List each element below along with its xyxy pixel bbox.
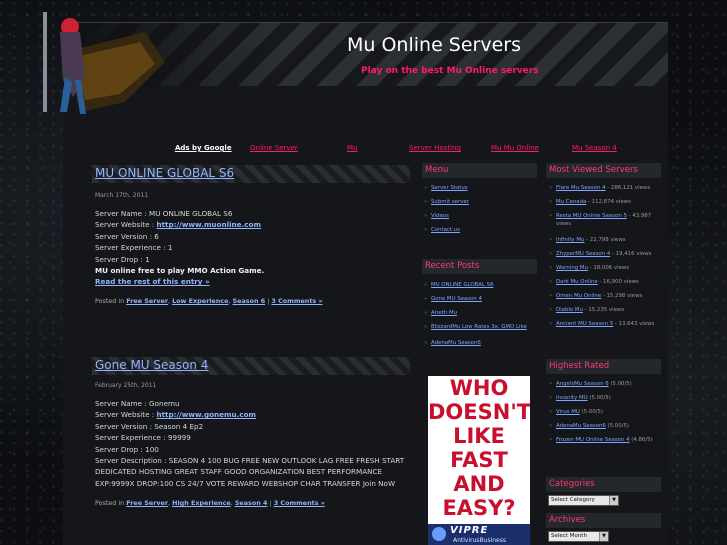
vipre-subtitle: AntivirusBusiness	[453, 537, 506, 544]
most-viewed-item: Warning Mu - 18,006 views	[549, 261, 661, 275]
ad-link-mu-mu-online[interactable]: Mu Mu Online	[491, 144, 539, 152]
menu-item: Contact us	[424, 223, 536, 237]
most-viewed-item: Resta MU Online Season 5 - 43,987 views	[549, 212, 661, 228]
categories-heading: Categories	[546, 477, 661, 492]
post-website-link[interactable]: http://www.muonline.com	[157, 220, 261, 229]
category-link[interactable]: Free Server	[126, 297, 168, 305]
most-viewed-item: Ancient MU Season 5 - 13,643 views	[549, 320, 661, 328]
most-viewed-item: ZhyperMU Season 4 - 19,416 views	[549, 247, 661, 261]
category-link[interactable]: High Experience	[172, 499, 231, 507]
recent-posts-list: MU ONLINE GLOBAL S6 Gone MU Season 4 Ari…	[424, 278, 536, 350]
menu-heading: Menu	[422, 163, 537, 178]
chevron-down-icon: ▼	[609, 496, 618, 505]
most-viewed-item: Dark Mu Online - 16,900 views	[549, 275, 661, 289]
post-line: Server Experience : 99999	[95, 433, 191, 443]
menu-item: Submit server	[424, 195, 536, 209]
post-line: Server Version : 6	[95, 231, 159, 241]
warrior-artwork	[43, 12, 165, 114]
most-viewed-item: Mu Canada - 112,874 views	[549, 195, 661, 209]
ad-link-online-server[interactable]: Online Server	[250, 144, 298, 152]
most-viewed-item: Omen Mu Online - 15,298 views	[549, 289, 661, 303]
post-body: Server Name : Gonemu Server Website : ht…	[95, 398, 415, 489]
comments-link[interactable]: 3 Comments »	[274, 499, 325, 507]
ad-headline: WHO DOESN'T LIKE FAST AND EASY?	[428, 376, 530, 520]
archives-dropdown[interactable]: Select Month ▼	[548, 531, 609, 542]
post-line: Server Drop : 100	[95, 444, 159, 454]
most-viewed-item: Infinity Mu - 22,798 views	[549, 233, 661, 247]
post-line: Server Drop : 1	[95, 254, 150, 264]
recent-post-item: AdenaMu Season6	[424, 336, 536, 350]
ads-by-google-link[interactable]: Ads by Google	[175, 144, 232, 152]
highest-rated-item: AngelsMu Season 6 (5.00/5)	[549, 377, 661, 391]
post-website-link[interactable]: http://www.gonemu.com	[157, 410, 257, 419]
post-line: Server Name : MU ONLINE GLOBAL S6	[95, 209, 233, 218]
post-meta: Posted in Free Server, Low Experience, S…	[95, 297, 323, 305]
site-tagline: Play on the best Mu Online servers	[361, 66, 539, 76]
recent-post-item: Gone MU Season 4	[424, 292, 536, 306]
post-title[interactable]: MU ONLINE GLOBAL S6	[95, 166, 234, 180]
most-viewed-list: Flare Mu Season 4 - 286,121 views Mu Can…	[549, 181, 661, 328]
post-line: Server Version : Season 4 Ep2	[95, 421, 204, 431]
category-link[interactable]: Season 4	[235, 499, 268, 507]
read-more-link[interactable]: Read the rest of this entry »	[95, 277, 210, 286]
ad-link-mu[interactable]: Mu	[347, 144, 357, 152]
post-summary: MU online free to play MMO Action Game.	[95, 266, 265, 276]
post-title[interactable]: Gone MU Season 4	[95, 358, 208, 372]
menu-item: Server Status	[424, 181, 536, 195]
highest-rated-list: AngelsMu Season 6 (5.00/5) Insanity MU (…	[549, 377, 661, 444]
most-viewed-item: Diablo Mu - 15,235 views	[549, 303, 661, 317]
post-date: March 17th, 2011	[95, 192, 149, 199]
highest-rated-item: Virus MU (5.00/5)	[549, 405, 661, 419]
recent-post-item: MU ONLINE GLOBAL S6	[424, 278, 536, 292]
ad-link-mu-season-4[interactable]: Mu Season 4	[572, 144, 617, 152]
category-link[interactable]: Season 6	[233, 297, 266, 305]
post-line: Server Website : http://www.gonemu.com	[95, 410, 257, 420]
vipre-logo-icon	[432, 527, 446, 541]
menu-item: Videos	[424, 209, 536, 223]
ad-link-bar: Ads by Google Online Server Mu Server Ho…	[63, 139, 668, 157]
ad-link-server-hosting[interactable]: Server Hosting	[409, 144, 461, 152]
post-meta: Posted in Free Server, High Experience, …	[95, 499, 325, 507]
post-body: Server Name : MU ONLINE GLOBAL S6 Server…	[95, 208, 415, 288]
recent-posts-heading: Recent Posts	[422, 259, 537, 274]
comments-link[interactable]: 3 Comments »	[271, 297, 322, 305]
vipre-brand: VIPRE	[450, 525, 489, 536]
most-viewed-heading: Most Viewed Servers	[546, 163, 661, 178]
archives-heading: Archives	[546, 513, 661, 528]
chevron-down-icon: ▼	[599, 532, 608, 541]
menu-list: Server Status Submit server Videos Conta…	[424, 181, 536, 237]
highest-rated-item: AdenaMu Season6 (5.00/5)	[549, 419, 661, 433]
site-title[interactable]: Mu Online Servers	[347, 34, 521, 56]
most-viewed-item: Flare Mu Season 4 - 286,121 views	[549, 181, 661, 195]
post-line: Server Website : http://www.muonline.com	[95, 220, 261, 230]
recent-post-item: Arieth Mu	[424, 306, 536, 320]
category-link[interactable]: Free Server	[126, 499, 168, 507]
post-date: February 25th, 2011	[95, 382, 157, 389]
vipre-footer: VIPRE AntivirusBusiness	[428, 524, 530, 545]
highest-rated-item: Insanity MU (5.00/5)	[549, 391, 661, 405]
post-line: Server Experience : 1	[95, 243, 173, 253]
highest-rated-item: Frozen MU Online Season 4 (4.86/5)	[549, 436, 661, 444]
vipre-ad-banner[interactable]: WHO DOESN'T LIKE FAST AND EASY? VIPRE An…	[428, 376, 530, 545]
highest-rated-heading: Highest Rated	[546, 359, 661, 374]
categories-dropdown[interactable]: Select Category ▼	[548, 495, 619, 506]
category-link[interactable]: Low Experience	[172, 297, 228, 305]
recent-post-item: BlizzardMu Low Rates 3x, GMO Like	[424, 323, 536, 331]
post-line: Server Description : SEASON 4 100 BUG FR…	[95, 456, 405, 488]
post-line: Server Name : Gonemu	[95, 399, 180, 408]
